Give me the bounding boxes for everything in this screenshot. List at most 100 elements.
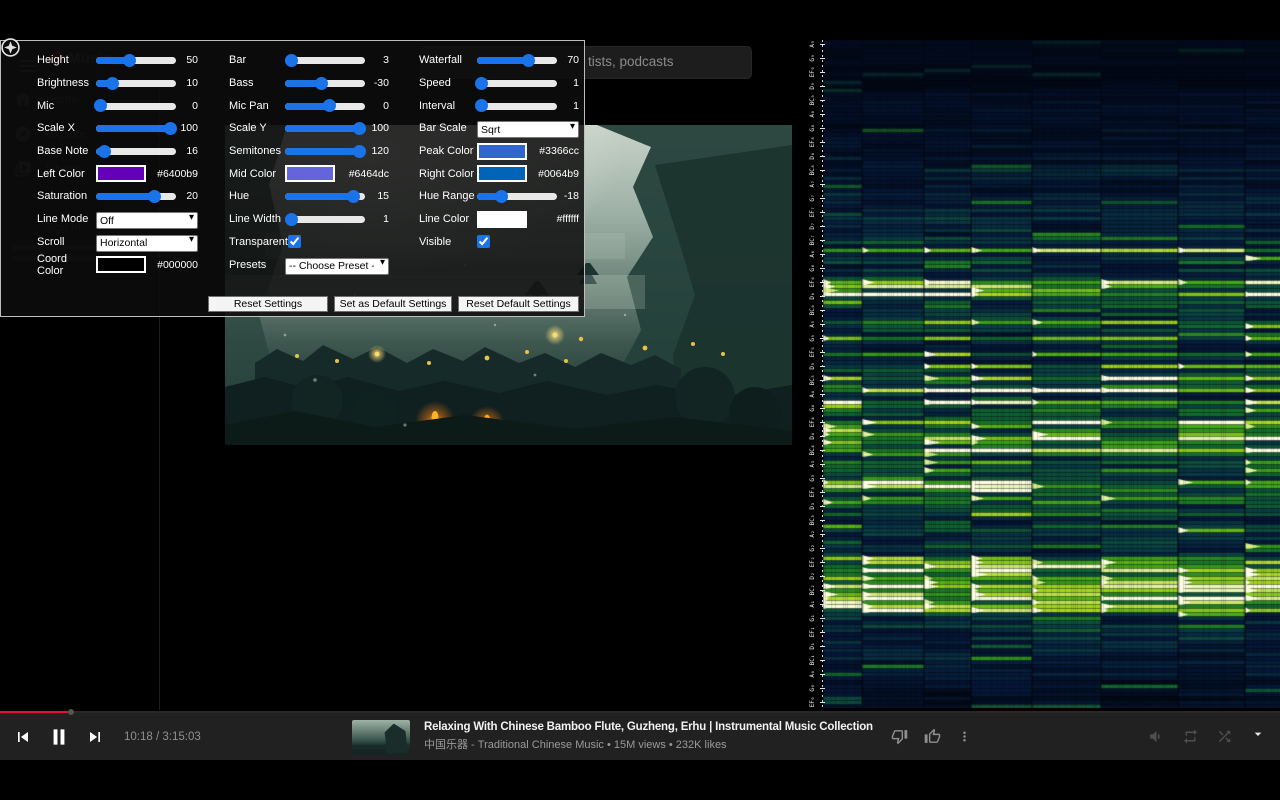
note-axis-tick — [820, 240, 825, 241]
slider-mic[interactable] — [96, 99, 176, 113]
note-axis-tick — [820, 436, 825, 437]
dislike-icon[interactable] — [891, 728, 908, 745]
page: Music Home Explore Library Sign in tists… — [0, 0, 1280, 800]
like-icon[interactable] — [924, 728, 941, 745]
shuffle-icon[interactable] — [1216, 728, 1233, 745]
setting-row-speed: Speed1 — [419, 72, 579, 95]
note-axis-tick — [820, 198, 825, 199]
note-axis-tick — [820, 100, 825, 101]
slider-mic-pan[interactable] — [285, 99, 365, 113]
note-axis-tick — [820, 408, 825, 409]
setting-row-bar: Bar3 — [229, 49, 389, 72]
setting-value: 10 — [176, 77, 198, 89]
previous-icon — [13, 727, 33, 747]
select-scroll[interactable]: Horizontal — [96, 235, 198, 252]
setting-row-scale-x: Scale X100 — [37, 117, 198, 140]
pause-icon — [46, 724, 72, 750]
next-track-button[interactable] — [82, 724, 108, 750]
extension-toggle-icon[interactable] — [1, 38, 20, 57]
note-axis-tick — [820, 128, 825, 129]
slider-saturation[interactable] — [96, 189, 176, 203]
slider-brightness[interactable] — [96, 76, 176, 90]
track-subtitle[interactable]: 中国乐器 - Traditional Chinese Music • 15M v… — [424, 736, 873, 752]
color-swatch-mid-color[interactable] — [285, 165, 335, 182]
reset-default-settings-button[interactable]: Reset Default Settings — [458, 296, 579, 312]
progress-thumb[interactable] — [68, 709, 74, 715]
settings-column-1: Height50Brightness10Mic0Scale X100Base N… — [37, 49, 198, 276]
time-display: 10:18 / 3:15:03 — [124, 731, 201, 743]
setting-row-saturation: Saturation20 — [37, 185, 198, 208]
slider-line-width[interactable] — [285, 212, 365, 226]
track-title[interactable]: Relaxing With Chinese Bamboo Flute, Guzh… — [424, 721, 873, 733]
color-swatch-left-color[interactable] — [96, 165, 146, 182]
playback-progress-bar[interactable] — [0, 711, 1280, 713]
note-axis-tick — [820, 422, 825, 423]
select-presets[interactable]: -- Choose Preset -- — [285, 258, 389, 275]
note-axis-tick — [820, 226, 825, 227]
setting-row-presets: Presets-- Choose Preset -- — [229, 253, 389, 276]
slider-hue[interactable] — [285, 189, 365, 203]
note-axis-tick — [820, 618, 825, 619]
slider-base-note[interactable] — [96, 144, 176, 158]
slider-scale-x[interactable] — [96, 121, 176, 135]
setting-row-height: Height50 — [37, 49, 198, 72]
setting-value: 1 — [557, 100, 579, 112]
setting-value: 20 — [176, 190, 198, 202]
repeat-icon[interactable] — [1182, 728, 1199, 745]
setting-value: 100 — [365, 122, 389, 134]
setting-label: Mid Color — [229, 168, 285, 180]
checkbox-visible[interactable] — [477, 235, 490, 248]
slider-height[interactable] — [96, 53, 176, 67]
checkbox-transparent[interactable] — [288, 235, 301, 248]
setting-row-mic: Mic0 — [37, 94, 198, 117]
reset-settings-button[interactable]: Reset Settings — [208, 296, 328, 312]
slider-bass[interactable] — [285, 76, 365, 90]
note-axis-tick — [820, 156, 825, 157]
select-line-mode[interactable]: Off — [96, 212, 198, 229]
color-swatch-right-color[interactable] — [477, 165, 527, 182]
slider-waterfall[interactable] — [477, 53, 557, 67]
volume-icon[interactable] — [1148, 728, 1165, 745]
setting-label: Waterfall — [419, 54, 477, 66]
setting-row-base-note: Base Note16 — [37, 140, 198, 163]
setting-value: #3366cc — [527, 145, 579, 157]
pause-button[interactable] — [46, 724, 72, 750]
color-swatch-coord-color[interactable] — [96, 256, 146, 273]
color-swatch-peak-color[interactable] — [477, 143, 527, 160]
set-default-settings-button[interactable]: Set as Default Settings — [334, 296, 452, 312]
color-swatch-line-color[interactable] — [477, 211, 527, 228]
note-axis-tick — [820, 44, 825, 45]
setting-row-visible: Visible — [419, 231, 579, 254]
setting-label: Right Color — [419, 168, 477, 180]
note-axis-tick — [820, 212, 825, 213]
slider-scale-y[interactable] — [285, 121, 365, 135]
slider-bar[interactable] — [285, 53, 365, 67]
note-axis-tick — [820, 114, 825, 115]
setting-value: 120 — [365, 145, 389, 157]
expand-player-button[interactable] — [1250, 726, 1266, 747]
setting-label: Mic — [37, 100, 96, 112]
select-bar-scale[interactable]: Sqrt — [477, 121, 579, 138]
note-axis-tick — [820, 296, 825, 297]
note-axis-tick — [820, 576, 825, 577]
setting-value: #0064b9 — [527, 168, 579, 180]
setting-row-left-color: Left Color#6400b9 — [37, 162, 198, 185]
more-options-icon[interactable] — [957, 729, 972, 744]
setting-value: 3 — [365, 54, 389, 66]
note-axis-tick — [820, 646, 825, 647]
setting-label: Bar Scale — [419, 122, 477, 134]
setting-label: Line Mode — [37, 213, 96, 225]
slider-hue-range[interactable] — [477, 189, 557, 203]
previous-track-button[interactable] — [10, 724, 36, 750]
slider-speed[interactable] — [477, 76, 557, 90]
now-playing-text: Relaxing With Chinese Bamboo Flute, Guzh… — [424, 721, 873, 752]
slider-interval[interactable] — [477, 99, 557, 113]
setting-label: Visible — [419, 236, 477, 248]
now-playing-thumbnail[interactable] — [352, 720, 410, 754]
select-wrap: Off — [96, 211, 198, 228]
setting-value: -30 — [365, 77, 389, 89]
slider-semitones[interactable] — [285, 144, 365, 158]
setting-row-hue: Hue15 — [229, 185, 389, 208]
note-axis-tick — [820, 702, 825, 703]
note-axis-tick — [820, 590, 825, 591]
